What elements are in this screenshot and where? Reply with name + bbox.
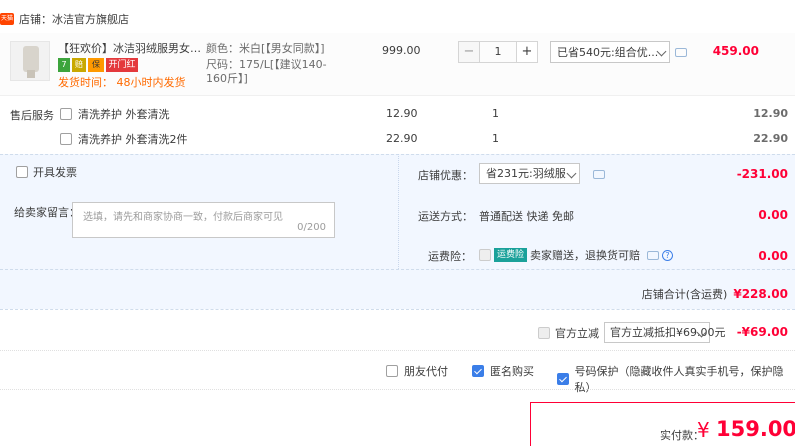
service-name: 清洗养护 外套清洗2件 [78,133,188,146]
insurance-amount: 0.00 [758,249,788,263]
subtotal-label: 店铺合计(含运费) [641,288,728,301]
service-price: 22.90 [386,132,418,145]
seven-day-return-icon: 7 [58,58,70,72]
phone-protect-label: 号码保护（隐藏收件人真实手机号，保护隐私） [574,365,784,394]
chevron-down-icon [566,168,577,179]
subtotal-amount: ¥228.00 [733,287,788,301]
service-price: 12.90 [386,107,418,120]
official-select-value: 官方立减抵扣¥69.00元 [610,326,726,339]
service-label: 售后服务 [10,109,54,122]
phone-protect-option: 号码保护（隐藏收件人真实手机号，保护隐私） [557,363,795,395]
official-amount: -¥69.00 [736,325,788,339]
anon-checkbox[interactable] [472,365,484,377]
store-subtotal: 店铺合计(含运费) ¥228.00 [642,286,788,302]
message-input[interactable]: 选填，请先和商家协商一致，付款后商家可见 0/200 [72,202,335,238]
insurance-label: 运费险： [428,250,472,263]
phone-protect-checkbox[interactable] [557,373,569,385]
service-total: 22.90 [753,132,788,145]
divider [0,350,795,351]
pay-currency: ¥ [697,418,710,442]
divider [0,269,795,270]
service-name: 清洗养护 外套清洗 [78,108,170,121]
chat-icon[interactable] [675,48,687,57]
service-checkbox[interactable] [60,133,72,145]
qty-plus-button[interactable]: + [516,41,538,63]
chat-icon[interactable] [593,170,605,179]
insurance-option: 运费险 卖家赠送，退换货可赔 ? [479,247,674,263]
friend-pay-checkbox[interactable] [386,365,398,377]
service-qty: 1 [492,132,499,145]
quantity-stepper: − 1 + [458,41,538,63]
friend-pay-label: 朋友代付 [404,365,448,378]
compensation-icon: 赔 [72,58,86,72]
attr-color: 颜色：米白[【男女同款】] [206,42,325,55]
divider [0,309,795,310]
store-discount-amount: -231.00 [736,167,788,181]
help-icon[interactable]: ? [662,249,674,261]
service-checkbox[interactable] [60,108,72,120]
service-row: 清洗养护 外套清洗 [60,106,170,122]
message-placeholder: 选填，请先和商家协商一致，付款后商家可见 [83,212,283,223]
shop-name[interactable]: 店铺：冰洁官方旗舰店 [19,11,129,27]
shipping-label: 运送方式： [418,210,473,223]
store-discount-select[interactable]: 省231元:羽绒服 [479,163,580,184]
shipping-amount: 0.00 [758,208,788,222]
qty-input[interactable]: 1 [480,41,516,63]
product-title[interactable]: 【狂欢价】冰洁羽绒服男女同款... [58,42,204,56]
service-total: 12.90 [753,107,788,120]
anon-label: 匿名购买 [490,365,534,378]
unit-price: 999.00 [382,44,421,57]
promo-select-value: 已省540元:组合优... [557,46,659,59]
insurance-text: 卖家赠送，退换货可赔 [530,249,641,262]
invoice-option: 开具发票 [16,164,77,180]
store-discount-label: 店铺优惠： [418,169,473,182]
promo-select[interactable]: 已省540元:组合优... [550,41,670,63]
official-checkbox [538,326,550,339]
anon-option: 匿名购买 [472,363,534,379]
service-row: 清洗养护 外套清洗2件 [60,131,188,147]
divider [398,154,399,269]
chat-icon[interactable] [647,250,660,260]
ship-note: 发货时间： 48小时内发货 [58,76,186,89]
qty-minus-button[interactable]: − [458,41,480,63]
insurance-checkbox [479,249,491,261]
message-counter: 0/200 [297,222,326,233]
invoice-label: 开具发票 [33,166,77,179]
tmall-icon: 天猫 [0,13,14,25]
promo-badge: 开门红 [106,58,138,72]
product-badges: 7 赔 保 开门红 [58,58,138,72]
shipping-method: 普通配送 快递 免邮 [479,210,574,223]
product-thumbnail[interactable] [10,41,50,81]
insurance-tag: 运费险 [494,248,528,262]
official-discount: 官方立减 官方立减抵扣¥69.00元 [538,322,726,343]
invoice-checkbox[interactable] [16,166,28,178]
service-qty: 1 [492,107,499,120]
official-label: 官方立减 [555,326,599,340]
pay-amount: 159.00 [716,417,795,441]
official-select[interactable]: 官方立减抵扣¥69.00元 [604,322,726,343]
friend-pay-option: 朋友代付 [386,363,448,379]
divider [0,389,795,390]
guarantee-icon: 保 [88,58,104,72]
item-total: 459.00 [712,44,759,58]
store-discount-value: 省231元:羽绒服 [486,167,566,180]
attr-size: 尺码：175/L[【建议140-160斤】] [206,58,327,85]
shop-header: 天猫 店铺：冰洁官方旗舰店 [0,10,129,28]
message-label: 给卖家留言： [14,206,80,219]
